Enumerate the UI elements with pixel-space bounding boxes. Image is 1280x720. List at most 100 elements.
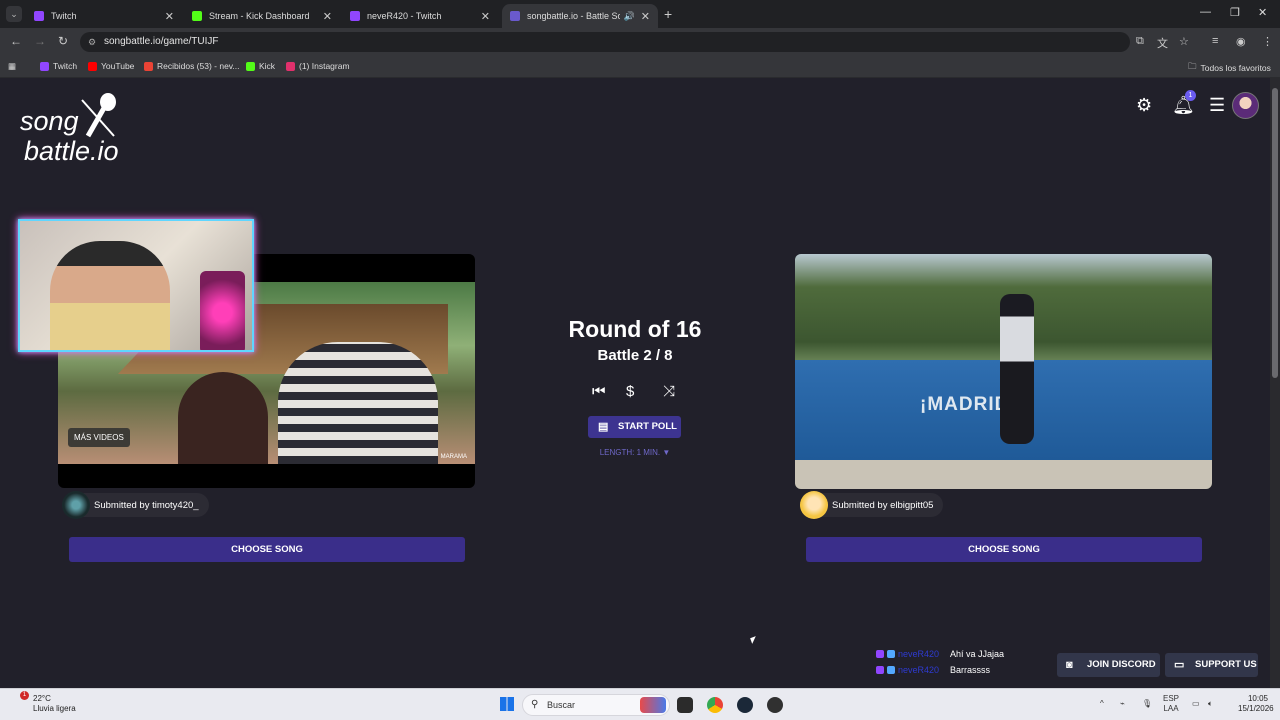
close-tab-icon[interactable]: ✕ <box>481 10 490 23</box>
user-avatar[interactable] <box>1232 92 1259 119</box>
twitch-badge-icon <box>876 650 884 658</box>
shuffle-icon[interactable]: ⤨ <box>663 383 675 400</box>
join-discord-label: JOIN DISCORD <box>1087 659 1156 670</box>
task-view-icon[interactable] <box>677 697 693 713</box>
join-discord-button[interactable]: ◙ JOIN DISCORD <box>1057 653 1160 677</box>
profile-icon[interactable]: ◉ <box>1236 35 1246 48</box>
twitch-icon <box>34 11 44 21</box>
submitter-avatar <box>62 491 90 519</box>
search-placeholder: Buscar <box>547 700 576 710</box>
steam-icon[interactable] <box>737 697 753 713</box>
close-tab-icon[interactable]: ✕ <box>323 10 332 23</box>
submitter-avatar <box>800 491 828 519</box>
forward-icon[interactable]: → <box>34 34 46 48</box>
bookmark-youtube[interactable]: YouTube <box>88 61 134 71</box>
display-icon[interactable]: ▭ <box>1192 699 1200 708</box>
volume-icon[interactable]: 🔈︎ <box>1208 699 1213 709</box>
weather-widget[interactable]: 22°C Lluvia ligera <box>33 694 76 714</box>
discord-icon: ◙ <box>1066 659 1073 671</box>
twitch-badge-icon <box>876 666 884 674</box>
close-tab-icon[interactable]: ✕ <box>641 10 650 23</box>
submitter-label: Submitted by elbigpitt05 <box>832 499 934 511</box>
gmail-icon <box>144 61 153 71</box>
right-video-player[interactable]: ¡MADRID! <box>795 254 1212 489</box>
microphone-icon <box>81 93 116 138</box>
cast-icon[interactable]: ⧉ <box>1136 35 1144 48</box>
start-poll-label: START POLL <box>618 421 677 432</box>
tab-twitch[interactable]: Twitch ✕ <box>26 4 182 28</box>
bookmark-twitch[interactable]: Twitch <box>40 61 77 71</box>
translate-icon[interactable]: 文 <box>1157 35 1168 51</box>
kick-icon <box>246 61 255 71</box>
tab-never420-twitch[interactable]: neveR420 - Twitch ✕ <box>342 4 498 28</box>
more-videos-button[interactable]: MÁS VIDEOS <box>68 428 130 447</box>
obs-icon[interactable] <box>767 697 783 713</box>
apps-icon[interactable]: ▦ <box>8 61 16 72</box>
bookmark-label: YouTube <box>101 61 135 71</box>
kick-icon <box>192 11 202 21</box>
bookmark-gmail[interactable]: Recibidos (53) - nev... <box>144 61 240 71</box>
choose-left-song-button[interactable]: CHOOSE SONG <box>69 537 465 562</box>
hamburger-menu-icon[interactable]: ☰ <box>1209 95 1225 116</box>
poll-icon: ▤ <box>598 421 609 433</box>
previous-battle-icon[interactable]: ⏮ <box>592 383 606 400</box>
page-scrollbar[interactable] <box>1270 78 1280 688</box>
donate-coin-icon[interactable]: $ <box>626 383 634 400</box>
tab-kick-dashboard[interactable]: Stream - Kick Dashboard ✕ <box>184 4 340 28</box>
songbattle-logo[interactable]: song battle.io <box>20 92 150 172</box>
choose-right-song-button[interactable]: CHOOSE SONG <box>806 537 1202 562</box>
bookmark-label: (1) Instagram <box>299 61 350 71</box>
back-icon[interactable]: ← <box>10 34 22 48</box>
tab-search-button[interactable]: ⌄ <box>6 6 22 22</box>
chat-message: neveR420 Ahí va JJajaa <box>876 649 1004 659</box>
length-dropdown[interactable]: LENGTH: 1 MIN. ▼ <box>576 448 694 457</box>
taskbar-clock[interactable]: 10:05 15/1/2026 <box>1238 694 1274 714</box>
windows-start-icon[interactable] <box>500 697 514 711</box>
streamer-figure <box>50 241 170 350</box>
media-control-icon[interactable]: ≡ <box>1212 35 1218 47</box>
chat-text: Barrassss <box>950 665 991 675</box>
all-bookmarks[interactable]: 🗀 Todos los favoritos <box>1188 61 1271 75</box>
instagram-icon <box>286 61 295 71</box>
scrollbar-thumb[interactable] <box>1272 88 1278 378</box>
bookmark-kick[interactable]: Kick <box>246 61 275 71</box>
reload-icon[interactable]: ↻ <box>58 34 68 48</box>
language-indicator[interactable]: ESP LAA <box>1163 694 1179 714</box>
speaker-icon[interactable]: 🔊 <box>624 11 635 22</box>
new-tab-button[interactable]: + <box>664 6 672 22</box>
support-us-button[interactable]: ▭ SUPPORT US <box>1165 653 1258 677</box>
start-poll-button[interactable]: ▤ START POLL <box>588 416 681 438</box>
logo-text-song: song <box>20 106 79 136</box>
weather-temp: 22°C <box>33 694 51 703</box>
address-bar[interactable]: ⚙ songbattle.io/game/TUIJF <box>80 32 1130 52</box>
network-icon[interactable]: ⌁ <box>1120 699 1125 708</box>
bookmark-star-icon[interactable]: ☆ <box>1179 35 1189 48</box>
youtube-icon <box>88 61 97 71</box>
close-tab-icon[interactable]: ✕ <box>165 10 174 23</box>
video-watermark: MARAMA <box>440 454 467 460</box>
chat-username: neveR420 <box>898 665 940 675</box>
twitch-icon <box>350 11 360 21</box>
tab-title: Twitch <box>51 11 77 21</box>
tab-title: songbattle.io - Battle Songs <box>527 11 620 21</box>
tray-chevron-icon[interactable]: ^ <box>1100 699 1104 708</box>
windows-taskbar: 1 22°C Lluvia ligera ⚲ Buscar ^ ⌁ 🎙︎ ESP… <box>0 688 1280 720</box>
tab-songbattle[interactable]: songbattle.io - Battle Songs 🔊 ✕ <box>502 4 658 28</box>
mod-badge-icon <box>887 650 895 658</box>
weather-alert-badge: 1 <box>20 691 29 700</box>
lang-line1: ESP <box>1163 694 1180 703</box>
site-info-icon[interactable]: ⚙ <box>88 32 96 52</box>
minimize-icon[interactable]: — <box>1200 6 1211 18</box>
more-menu-icon[interactable]: ⋮ <box>1262 35 1273 48</box>
restore-icon[interactable]: ❐ <box>1230 6 1240 19</box>
search-highlight-icon[interactable] <box>640 697 666 713</box>
settings-gear-icon[interactable]: ⚙ <box>1136 95 1152 116</box>
clock-time: 10:05 <box>1247 694 1268 703</box>
close-window-icon[interactable]: ✕ <box>1258 6 1267 19</box>
chrome-icon[interactable] <box>707 697 723 713</box>
microphone-tray-icon[interactable]: 🎙︎ <box>1142 699 1152 708</box>
support-us-label: SUPPORT US <box>1195 659 1257 670</box>
bookmark-label: Recibidos (53) - nev... <box>157 61 240 71</box>
bookmark-instagram[interactable]: (1) Instagram <box>286 61 350 71</box>
chat-text: Ahí va JJajaa <box>950 649 1005 659</box>
